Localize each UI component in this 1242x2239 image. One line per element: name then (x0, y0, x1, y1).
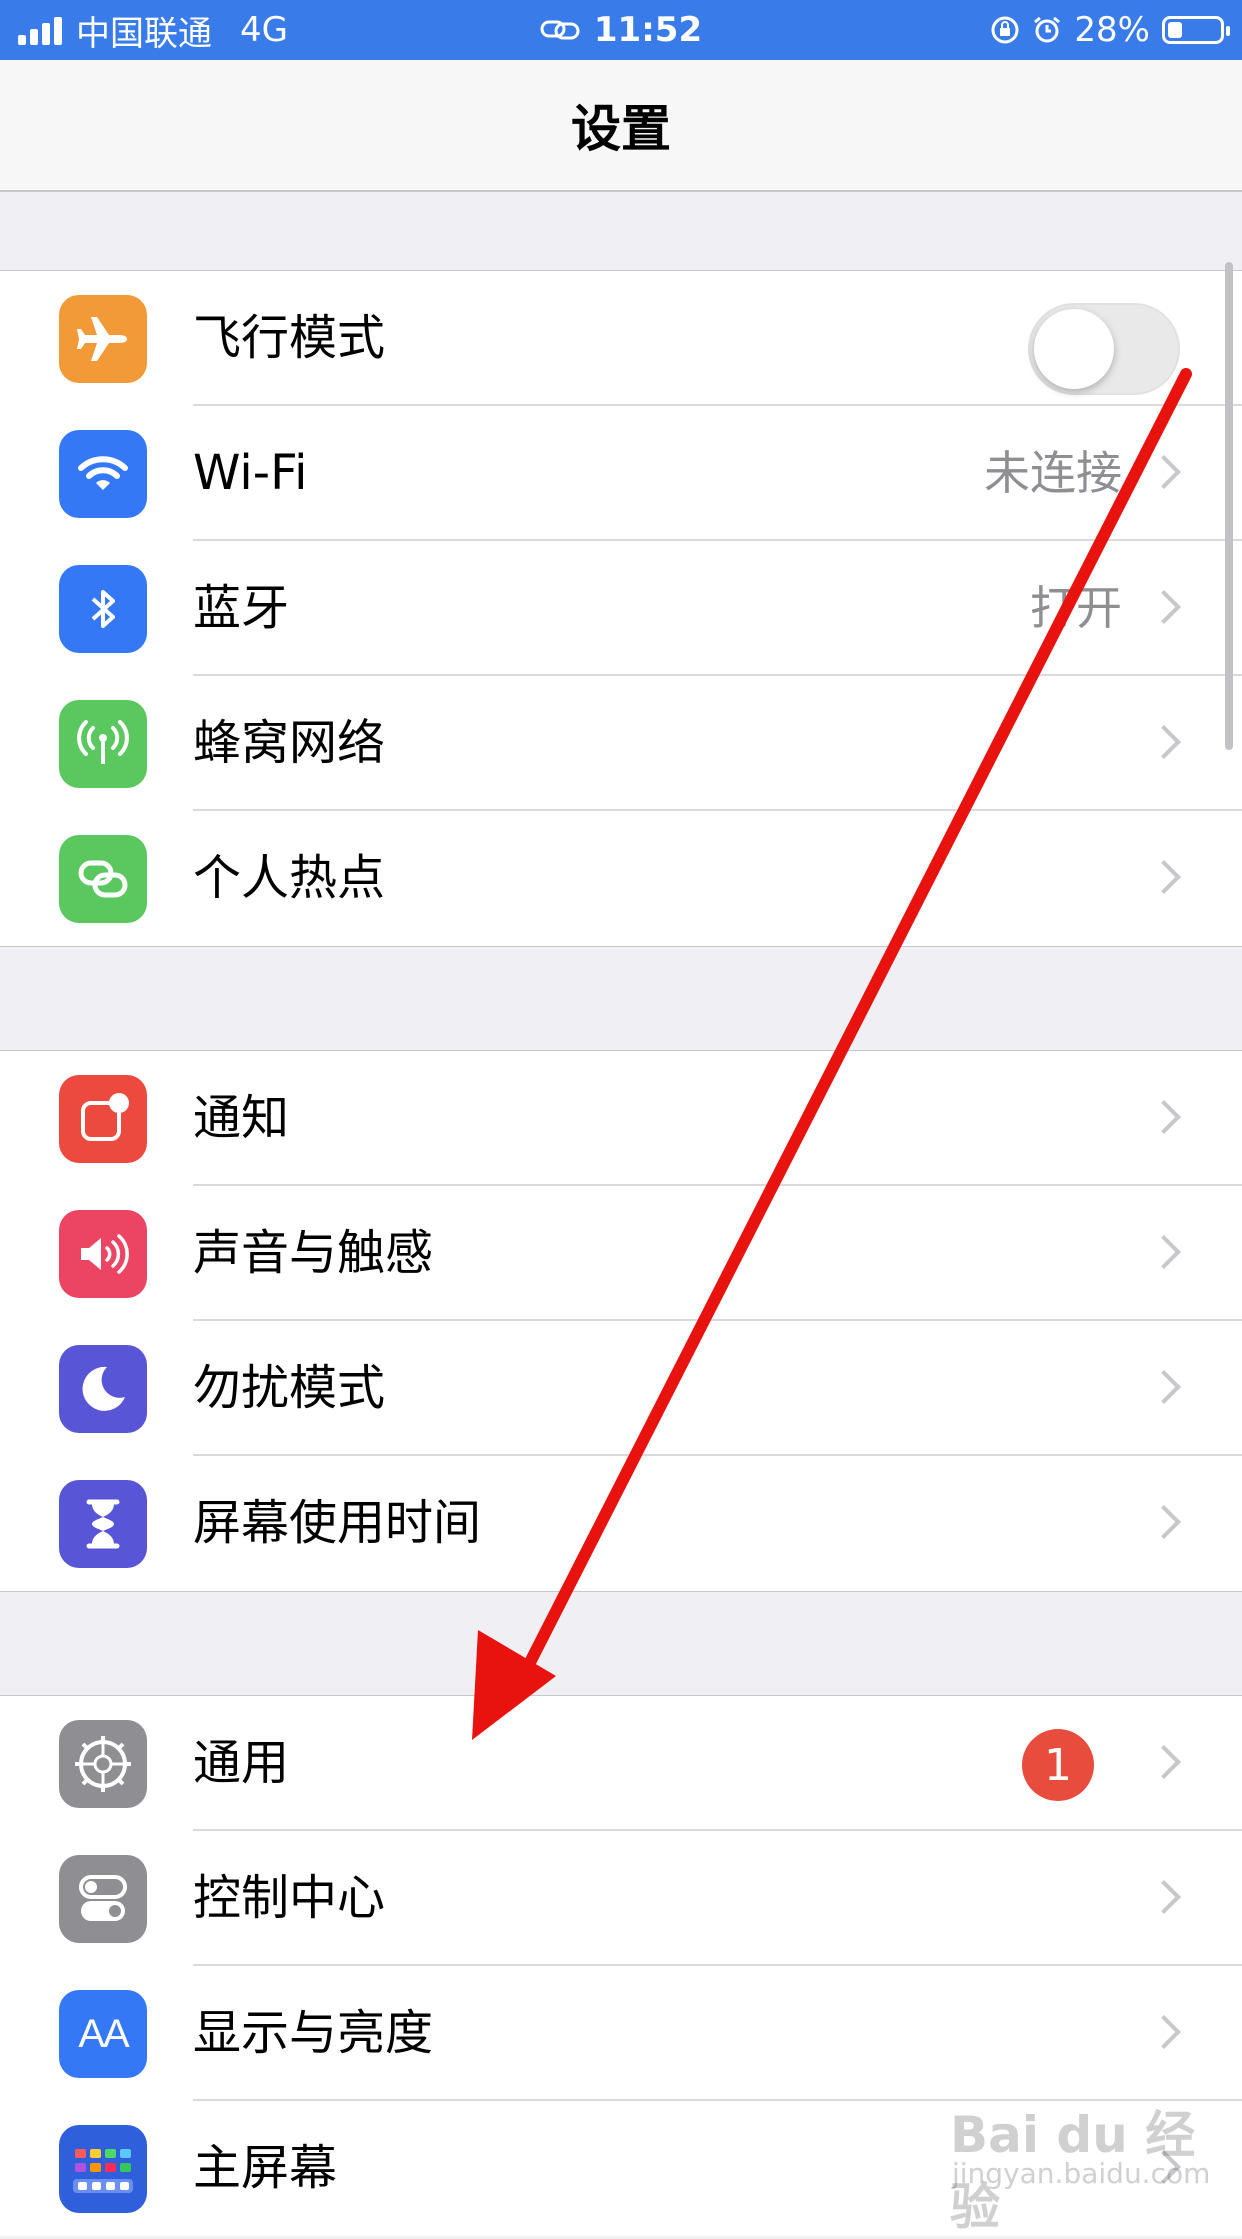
watermark: Bai du 经验 jingyan.baidu.com (950, 2095, 1220, 2236)
watermark-url: jingyan.baidu.com (952, 2157, 1211, 2190)
annotation-arrow-icon (472, 368, 1192, 1740)
